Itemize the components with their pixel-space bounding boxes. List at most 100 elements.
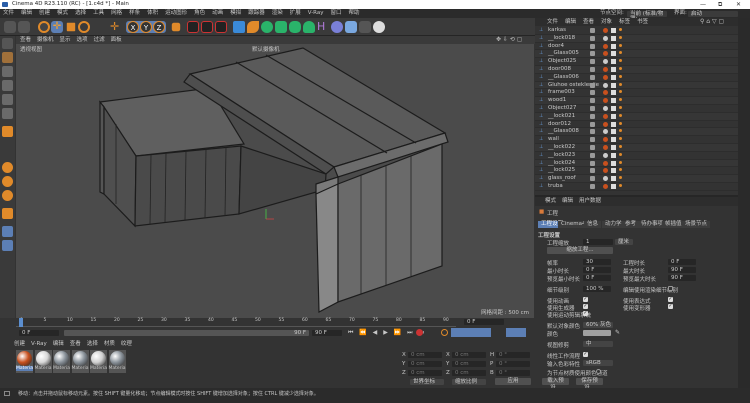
menu-item[interactable]: 样条: [129, 9, 140, 18]
material-tag-icon[interactable]: [603, 59, 608, 65]
phong-tag-icon[interactable]: [619, 152, 622, 156]
object-row[interactable]: ⊥ glass_roof: [535, 175, 738, 183]
node-space-select[interactable]: 当前 (标准/物理): [627, 10, 667, 23]
object-menu-item[interactable]: 书签: [637, 18, 648, 26]
current-frame-input[interactable]: 0 F: [464, 319, 504, 325]
visibility-toggle[interactable]: [590, 176, 595, 182]
save-preset-button[interactable]: 保存预设...: [576, 378, 603, 391]
phong-tag-icon[interactable]: [619, 28, 622, 31]
visibility-toggle[interactable]: [590, 98, 595, 104]
menu-item[interactable]: 模式: [57, 9, 68, 18]
phong-tag-icon[interactable]: [619, 98, 622, 102]
object-name[interactable]: wood1: [548, 97, 566, 105]
attribute-menu-item[interactable]: 编辑: [562, 197, 573, 206]
select-tool-icon[interactable]: [38, 21, 50, 33]
eyedropper-icon[interactable]: ✎: [615, 329, 620, 336]
visibility-toggle[interactable]: [590, 74, 595, 80]
material-tag-icon[interactable]: [603, 35, 608, 41]
material-menu-item[interactable]: 查看: [70, 340, 81, 348]
phong-tag-icon[interactable]: [619, 59, 622, 63]
menu-item[interactable]: 选择: [75, 9, 86, 18]
object-manager-tools-icons[interactable]: ⚲ ⌂ ▽ ▢: [700, 18, 724, 26]
material-menu-item[interactable]: 材质: [104, 340, 115, 348]
phong-tag-icon[interactable]: [619, 35, 622, 39]
phong-tag-icon[interactable]: [619, 113, 622, 117]
use-deformer-checkbox[interactable]: ✓: [668, 304, 673, 309]
cube-icon[interactable]: [233, 21, 245, 33]
phong-tag-icon[interactable]: [619, 176, 622, 180]
uvw-tag-icon[interactable]: [611, 59, 616, 65]
attribute-tab[interactable]: 参考: [622, 221, 640, 228]
coordinate-value[interactable]: 0 °: [496, 370, 530, 376]
subdivision-icon[interactable]: [261, 21, 273, 33]
playhead[interactable]: [19, 318, 23, 327]
object-row[interactable]: ⊥ __lock023: [535, 151, 738, 160]
material-swatch[interactable]: Materia: [34, 350, 52, 373]
end-frame-input[interactable]: 90 F: [312, 330, 342, 336]
uvw-tag-icon[interactable]: [611, 43, 616, 49]
visibility-toggle[interactable]: [590, 137, 595, 143]
polygons-mode-icon[interactable]: [2, 108, 13, 119]
viewport-menu-item[interactable]: 面板: [111, 36, 122, 44]
viewport-menu-item[interactable]: 查看: [20, 36, 31, 44]
object-row[interactable]: ⊥ door012: [535, 120, 738, 129]
visibility-toggle[interactable]: [590, 43, 595, 49]
material-menu-item[interactable]: 纹理: [121, 340, 132, 348]
object-row[interactable]: ⊥ __lock018: [535, 34, 738, 43]
phong-tag-icon[interactable]: [619, 168, 622, 172]
object-row[interactable]: ⊥ door4: [535, 42, 738, 51]
material-tag-icon[interactable]: [603, 129, 608, 135]
deformer-icon[interactable]: H: [317, 21, 329, 33]
uvw-tag-icon[interactable]: [611, 98, 616, 104]
menu-item[interactable]: 扩展: [290, 9, 301, 18]
menu-item[interactable]: 帮助: [349, 9, 360, 18]
axis-mode-icon[interactable]: [2, 126, 13, 137]
coordinate-value[interactable]: 0 cm: [408, 361, 442, 367]
render-view-icon[interactable]: [187, 21, 199, 33]
attribute-tab[interactable]: 信息: [584, 221, 602, 228]
object-name[interactable]: door008: [548, 66, 571, 74]
undo-icon[interactable]: [4, 21, 16, 33]
object-name[interactable]: karkas: [548, 27, 566, 35]
viewport-nav-icons[interactable]: ✥ ⇩ ⟲ ▢: [496, 36, 522, 44]
phong-tag-icon[interactable]: [619, 145, 622, 148]
playback-controls[interactable]: ⏮ ⏪ ◀ ▶ ⏩ ⏭ ⏭: [348, 329, 426, 337]
uvw-tag-icon[interactable]: [611, 35, 616, 41]
material-tag-icon[interactable]: [603, 43, 608, 49]
material-tag-icon[interactable]: [603, 28, 608, 33]
coordinate-value[interactable]: 0 cm: [452, 361, 486, 367]
menu-item[interactable]: 工具: [93, 9, 104, 18]
coordinate-value[interactable]: 0 cm: [408, 370, 442, 376]
use-animation-checkbox[interactable]: ✓: [583, 297, 588, 302]
uvw-tag-icon[interactable]: [611, 129, 616, 135]
phong-tag-icon[interactable]: [619, 82, 622, 86]
object-row[interactable]: ⊥ wall: [535, 136, 738, 144]
material-name[interactable]: Materia: [90, 366, 107, 371]
viewport-perspective[interactable]: 透视视图 默认摄像机 网格间距 : 500 cm: [16, 44, 534, 318]
object-name[interactable]: door012: [548, 121, 571, 129]
visibility-toggle[interactable]: [590, 51, 595, 57]
material-swatch[interactable]: Materia: [53, 350, 70, 373]
autokey-icon[interactable]: [441, 329, 448, 336]
light-icon[interactable]: [373, 21, 385, 33]
object-name[interactable]: __Glass008: [548, 128, 579, 136]
object-row[interactable]: ⊥ __lock021: [535, 112, 738, 121]
menu-item[interactable]: 窗口: [331, 9, 342, 18]
object-row[interactable]: ⊥ truba: [535, 183, 738, 191]
object-row[interactable]: ⊥ __Glass005: [535, 50, 738, 59]
coordinate-value[interactable]: 0 cm: [452, 352, 486, 358]
timeline-ruler[interactable]: 051015202530354045505560657075808590: [16, 318, 456, 327]
phong-tag-icon[interactable]: [619, 74, 622, 78]
object-row[interactable]: ⊥ Object025: [535, 58, 738, 66]
record-key-icon[interactable]: [416, 329, 423, 336]
material-tag-icon[interactable]: [603, 106, 608, 111]
material-tag-icon[interactable]: [603, 113, 608, 119]
attribute-menu-item[interactable]: 模式: [545, 197, 556, 206]
preview-max-input[interactable]: 90 F: [668, 275, 696, 281]
move-tool-icon[interactable]: ✛: [51, 21, 63, 33]
preview-min-input[interactable]: 0 F: [583, 275, 611, 281]
uvw-tag-icon[interactable]: [611, 176, 616, 182]
max-time-input[interactable]: 90 F: [668, 267, 696, 273]
object-name[interactable]: __lock023: [548, 152, 575, 160]
input-color-select[interactable]: sRGB: [583, 360, 613, 366]
